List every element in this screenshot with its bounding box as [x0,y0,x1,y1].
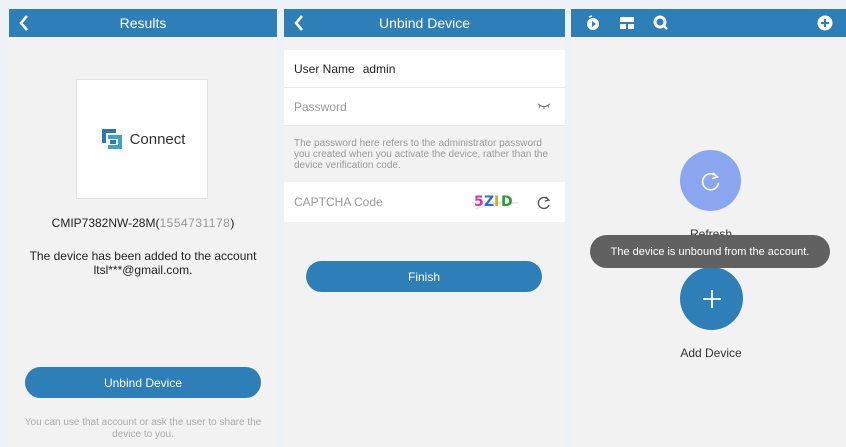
captcha-row[interactable]: CAPTCHA Code 5 Z I D [284,182,565,222]
finish-button[interactable]: Finish [306,261,542,292]
refresh-captcha-icon[interactable] [536,195,552,211]
added-account: ltsl***@gmail.com. [93,263,193,277]
captcha-image: 5 Z I D [472,194,518,212]
toast-message: The device is unbound from the account. [590,235,830,268]
captcha-char: I [494,194,500,210]
device-topbar [571,9,846,37]
unbind-topbar: Unbind Device [284,9,565,37]
logo-text: Connect [129,130,186,148]
device-list-screen: Refresh Add Device The device is unbound… [571,9,846,447]
credentials-form: User Name admin Password [284,50,565,126]
username-field[interactable]: admin [363,62,396,76]
added-line-1: The device has been added to the account [29,249,257,263]
password-row[interactable]: Password [284,88,565,126]
password-note: The password here refers to the administ… [284,130,565,182]
device-model: CMIP7382NW-28M(1554731178) [9,216,277,230]
results-screen: Results Connect CMIP7382NW-28M(155473117… [9,9,277,447]
refresh-button[interactable] [680,150,741,211]
captcha-char: D [501,194,513,210]
model-close: ) [230,216,235,230]
playback-icon[interactable] [585,15,601,31]
username-row: User Name admin [284,50,565,88]
unbind-device-button[interactable]: Unbind Device [25,367,261,398]
device-serial: 1554731178 [159,216,231,230]
eye-closed-icon[interactable] [537,103,551,109]
unbind-screen: Unbind Device User Name admin Password T… [284,9,565,447]
refresh-icon [701,171,719,191]
search-icon[interactable] [653,15,669,31]
app-logo: Connect [76,79,208,199]
captcha-char: 5 [474,194,484,210]
captcha-input[interactable]: CAPTCHA Code [294,195,383,209]
add-device-button[interactable] [680,267,743,330]
model-name: CMIP7382NW-28M( [51,216,160,230]
captcha-char: Z [484,194,495,210]
added-message: The device has been added to the account… [21,249,265,277]
layout-icon[interactable] [619,15,635,31]
results-topbar: Results [9,9,277,37]
add-icon[interactable] [817,15,833,31]
connect-logo-icon [101,129,122,149]
username-label: User Name [294,61,355,76]
page-title: Unbind Device [378,15,471,31]
password-input[interactable]: Password [294,100,347,114]
plus-icon [702,289,721,308]
page-title: Results [119,15,167,31]
add-device-label: Add Device [680,346,742,360]
share-hint: You can use that account or ask the user… [24,417,262,440]
